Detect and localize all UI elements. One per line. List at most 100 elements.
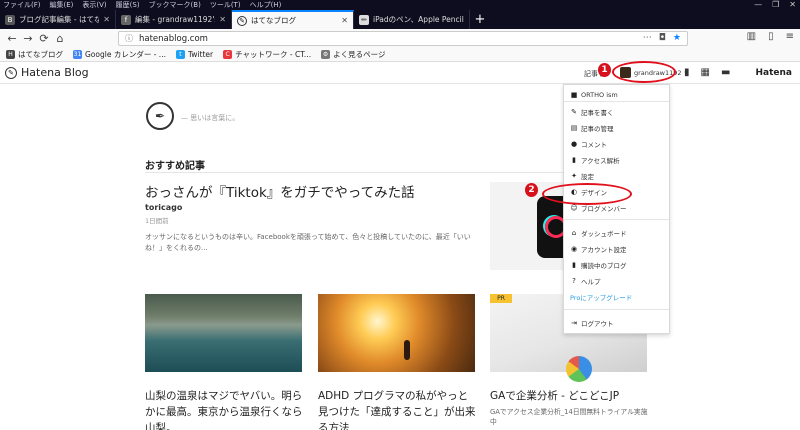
menu-item-dashboard[interactable]: ⌂ ダッシュボード bbox=[570, 228, 627, 238]
menu-label: Proにアップグレード bbox=[570, 294, 633, 302]
menu-file[interactable]: ファイル(F) bbox=[3, 0, 41, 10]
notifications-icon[interactable]: ▬ bbox=[721, 67, 730, 78]
menu-label: 購読中のブログ bbox=[581, 262, 627, 270]
bookmark-google-calendar[interactable]: 31 Google カレンダー - ... bbox=[73, 49, 166, 60]
pocket-icon[interactable]: ◘ bbox=[659, 33, 666, 43]
close-window-button[interactable]: ✕ bbox=[789, 0, 796, 10]
address-bar[interactable]: ⓘ hatenablog.com ⋯ ◘ ★ bbox=[118, 31, 688, 46]
hatena-blog-logo[interactable]: ✎ Hatena Blog bbox=[5, 66, 89, 79]
tab-ipad-pen[interactable]: ✏ iPadのペン、Apple Pencilの bbox=[354, 10, 470, 29]
minimize-button[interactable]: — bbox=[754, 0, 762, 10]
close-tab-icon[interactable]: ✕ bbox=[341, 16, 348, 25]
tab-hatena-blog[interactable]: ✎ はてなブログ ✕ bbox=[232, 10, 354, 29]
urlbar-actions: ⋯ ◘ ★ bbox=[643, 33, 681, 43]
menu-item-manage[interactable]: ▤ 記事の管理 bbox=[570, 123, 614, 133]
hatena-pen-icon: ✎ bbox=[237, 15, 247, 26]
bookmark-chatwork[interactable]: C チャットワーク - CT... bbox=[223, 49, 311, 60]
bookmark-label: Google カレンダー - ... bbox=[85, 50, 166, 59]
menu-item-help[interactable]: ? ヘルプ bbox=[570, 276, 600, 286]
annotation-circle-design bbox=[542, 183, 632, 205]
maximize-button[interactable]: ❐ bbox=[772, 0, 779, 10]
menu-bookmarks[interactable]: ブックマーク(B) bbox=[149, 0, 201, 10]
menu-view[interactable]: 表示(V) bbox=[82, 0, 106, 10]
tab-label: 編集 - grandraw1192's foto bbox=[135, 15, 216, 24]
hamburger-menu-icon[interactable]: ≡ bbox=[786, 31, 794, 42]
tab-blog-edit[interactable]: B ブログ記事編集 - はてなブロ ✕ bbox=[0, 10, 116, 29]
menu-tools[interactable]: ツール(T) bbox=[210, 0, 241, 10]
menu-item-subscriptions[interactable]: ▮ 購読中のブログ bbox=[570, 260, 627, 270]
featured-article-title[interactable]: おっさんが『Tiktok』をガチでやってみた話 bbox=[145, 181, 415, 201]
menu-history[interactable]: 履歴(S) bbox=[116, 0, 140, 10]
logo-text: Hatena Blog bbox=[21, 66, 89, 79]
pie-chart-graphic bbox=[566, 356, 592, 382]
runner-silhouette bbox=[404, 340, 410, 360]
wrench-icon: ✦ bbox=[571, 172, 577, 180]
home-icon: ⌂ bbox=[571, 229, 577, 237]
chatwork-icon: C bbox=[223, 50, 233, 59]
annotation-circle-user-menu bbox=[612, 61, 676, 83]
members-icon: ☺ bbox=[570, 204, 578, 212]
bookmark-label: Twitter bbox=[187, 50, 214, 59]
bookmark-hatena-blog[interactable]: H はてなブログ bbox=[6, 49, 63, 60]
menu-help[interactable]: ヘルプ(H) bbox=[250, 0, 282, 10]
bookmark-most-visited[interactable]: ⚙ よく見るページ bbox=[321, 49, 385, 60]
account-icon: ◉ bbox=[570, 245, 578, 253]
menu-item-settings[interactable]: ✦ 設定 bbox=[570, 171, 594, 181]
reload-icon[interactable]: ⟳ bbox=[36, 32, 52, 45]
menu-item-write[interactable]: ✎ 記事を書く bbox=[570, 107, 614, 117]
featured-article-author[interactable]: toricago bbox=[145, 203, 182, 212]
menu-item-logout[interactable]: ⇥ ログアウト bbox=[570, 318, 613, 328]
pencil-icon: ✎ bbox=[571, 108, 577, 116]
card-title-ga[interactable]: GAで企業分析 - どこどこJP bbox=[490, 388, 650, 404]
home-icon[interactable]: ⌂ bbox=[52, 32, 68, 45]
info-icon[interactable]: ⓘ bbox=[125, 33, 133, 44]
menu-item-account[interactable]: ◉ アカウント設定 bbox=[570, 244, 627, 254]
blog-thumbnail-icon: ■ bbox=[570, 91, 578, 99]
menu-divider bbox=[564, 101, 669, 102]
more-actions-icon[interactable]: ⋯ bbox=[643, 33, 652, 43]
menu-divider bbox=[564, 219, 669, 220]
menu-item-comments[interactable]: ● コメント bbox=[570, 139, 607, 149]
url-text: hatenablog.com bbox=[139, 33, 208, 44]
apps-grid-icon[interactable]: ▦ bbox=[701, 67, 710, 78]
menu-item-pro-upgrade[interactable]: Proにアップグレード bbox=[570, 292, 632, 302]
bookmark-label: よく見るページ bbox=[333, 50, 386, 59]
browser-menubar: ファイル(F) 編集(E) 表示(V) 履歴(S) ブックマーク(B) ツール(… bbox=[0, 0, 281, 10]
help-icon: ? bbox=[572, 277, 576, 285]
gear-icon: ⚙ bbox=[321, 50, 331, 59]
hatena-favicon-icon: B bbox=[5, 14, 15, 25]
pr-badge: PR bbox=[490, 294, 512, 303]
header-icons: ▮ ▦ ▬ bbox=[684, 67, 730, 78]
blog-pen-icon: ✒ bbox=[146, 102, 174, 130]
menu-item-blog[interactable]: ■ ORTHO ism bbox=[570, 91, 618, 99]
sidebar-icon[interactable]: ▯ bbox=[768, 31, 774, 42]
menu-edit[interactable]: 編集(E) bbox=[50, 0, 74, 10]
featured-article-date: 1日間前 bbox=[145, 217, 169, 225]
apple-pencil-favicon-icon: ✏ bbox=[359, 14, 369, 25]
forward-arrow-icon[interactable]: → bbox=[20, 32, 36, 45]
menu-item-analytics[interactable]: ▮ アクセス解析 bbox=[570, 155, 620, 165]
blog-tagline: — 思いは言葉に。 bbox=[181, 114, 240, 122]
library-icon[interactable]: ▥ bbox=[747, 31, 756, 42]
toolbar-right: ▥ ▯ ≡ bbox=[747, 31, 794, 42]
menu-label: ダッシュボード bbox=[581, 230, 627, 238]
annotation-number-1: 1 bbox=[598, 63, 611, 77]
menu-label: コメント bbox=[581, 141, 607, 149]
close-tab-icon[interactable]: ✕ bbox=[219, 15, 226, 24]
bookmark-twitter[interactable]: t Twitter bbox=[175, 50, 214, 59]
new-tab-button[interactable]: + bbox=[470, 10, 490, 29]
back-arrow-icon[interactable]: ← bbox=[4, 32, 20, 45]
card-title-onsen[interactable]: 山梨の温泉はマジでヤバい。明らかに最高。東京から温泉行くなら山梨。 bbox=[145, 388, 305, 430]
card-title-adhd[interactable]: ADHD プログラマの私がやっと見つけた「達成すること」が出来る方法 bbox=[318, 388, 478, 430]
menu-label: 設定 bbox=[581, 173, 594, 181]
bookmark-star-icon[interactable]: ★ bbox=[673, 33, 681, 43]
close-tab-icon[interactable]: ✕ bbox=[103, 15, 110, 24]
menu-label: 記事を書く bbox=[581, 109, 614, 117]
card-image-onsen[interactable] bbox=[145, 294, 302, 372]
menu-label: 記事の管理 bbox=[581, 125, 614, 133]
hatena-brand-link[interactable]: Hatena bbox=[756, 68, 793, 78]
tab-fotolife-edit[interactable]: f 編集 - grandraw1192's foto ✕ bbox=[116, 10, 232, 29]
card-image-runner[interactable] bbox=[318, 294, 475, 372]
tab-label: ブログ記事編集 - はてなブロ bbox=[19, 15, 99, 24]
bookmark-icon[interactable]: ▮ bbox=[684, 67, 690, 78]
